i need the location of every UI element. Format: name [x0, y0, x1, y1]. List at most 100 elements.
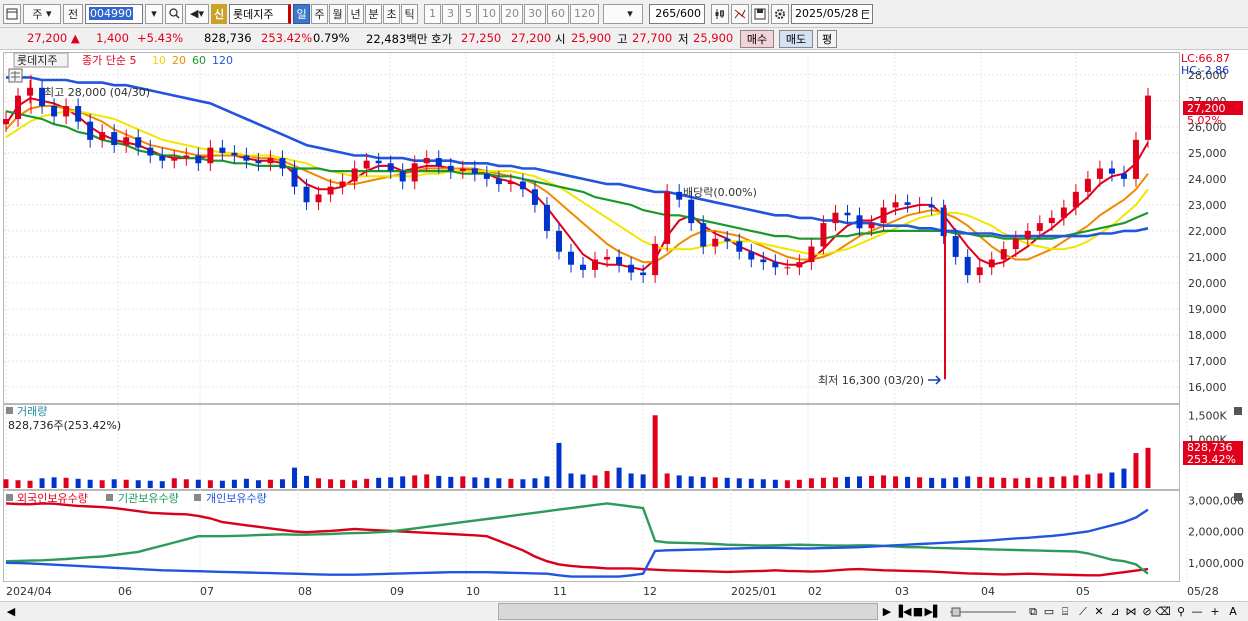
minus-icon[interactable]: —	[1190, 603, 1204, 620]
candle-body	[1120, 173, 1127, 179]
volume-bar	[183, 479, 189, 488]
volume-bar	[243, 478, 249, 488]
last-page-icon[interactable]: ▶▌	[925, 603, 942, 620]
candle-body	[255, 160, 262, 164]
last-pct-label: 5.02%	[1187, 114, 1222, 127]
candle-body	[267, 158, 274, 164]
volume-bar	[917, 477, 923, 488]
volume-bar	[965, 476, 971, 488]
current-price: 27,200 ▲	[27, 31, 80, 45]
code-dropdown-icon[interactable]: ▾	[145, 3, 163, 24]
zoom-slider[interactable]	[948, 603, 1018, 620]
period-tab[interactable]: 년	[347, 3, 364, 24]
scroll-left-button[interactable]: ◀	[4, 603, 18, 620]
interval-tab[interactable]: 10	[478, 3, 500, 24]
stock-code-input[interactable]: 004990	[85, 3, 143, 24]
fibonacci-icon[interactable]: ⋈	[1124, 603, 1138, 620]
candle-body	[1096, 168, 1103, 179]
interval-tab[interactable]: 5	[460, 3, 477, 24]
interval-tab[interactable]: 20	[501, 3, 523, 24]
price-tick-label: 23,000	[1188, 199, 1227, 212]
volume-bar	[436, 475, 442, 488]
candle-body	[27, 87, 34, 96]
speaker-icon[interactable]: ◀▾	[185, 3, 209, 24]
chart-window-icon[interactable]: ▭	[1042, 603, 1056, 620]
indicator-icon[interactable]: ⌸	[1058, 603, 1072, 620]
candle-body	[988, 259, 995, 268]
calendar-icon[interactable]	[861, 9, 869, 19]
candle-body	[459, 168, 466, 172]
interval-tab[interactable]: 60	[547, 3, 569, 24]
volume-last-pct: 253.42%	[1187, 453, 1236, 466]
volume-bar	[231, 479, 237, 488]
interval-dropdown[interactable]: ▾	[603, 3, 643, 24]
volume-bar	[340, 479, 346, 488]
volume-bar	[1097, 473, 1103, 488]
price-tick-label: 21,000	[1188, 251, 1227, 264]
interval-tab[interactable]: 120	[570, 3, 599, 24]
candle-body	[916, 204, 923, 206]
volume-close-icon[interactable]	[1234, 407, 1242, 415]
candle-body	[1012, 238, 1019, 250]
search-icon[interactable]	[165, 3, 183, 24]
first-page-icon[interactable]: ▐◀	[895, 603, 912, 620]
eraser-icon[interactable]: ⌫	[1155, 603, 1171, 620]
period-tab[interactable]: 월	[329, 3, 346, 24]
gear-icon[interactable]	[771, 3, 789, 24]
measure-icon[interactable]: ⊘	[1140, 603, 1154, 620]
count-input[interactable]: 265/600	[649, 3, 705, 24]
price-tick-label: 25,000	[1188, 147, 1227, 160]
zoom-icon[interactable]: ⚲	[1174, 603, 1188, 620]
plus-icon[interactable]: +	[1208, 603, 1222, 620]
window-icon[interactable]	[3, 3, 21, 24]
compare-icon[interactable]	[731, 3, 749, 24]
high-annotation: 최고 28,000 (04/30)	[44, 86, 150, 99]
candle-body	[952, 236, 959, 257]
stock-chart[interactable]: 28,00027,00026,00025,00024,00023,00022,0…	[0, 50, 1248, 601]
candle-body	[531, 189, 538, 205]
date-tick-label: 05/28	[1187, 585, 1219, 598]
stop-icon[interactable]: ■	[912, 603, 924, 620]
volume-bar	[195, 479, 201, 488]
evaluation-button[interactable]: 평	[817, 30, 837, 48]
buy-button[interactable]: 매수	[740, 30, 774, 48]
period-tab[interactable]: 틱	[401, 3, 418, 24]
volume-bar	[929, 477, 935, 488]
date-tick-label: 12	[643, 585, 657, 598]
volume-bar	[820, 477, 826, 488]
scroll-right-button[interactable]: ▶	[880, 603, 894, 620]
scroll-thumb[interactable]	[498, 603, 878, 620]
save-icon[interactable]	[751, 3, 769, 24]
candle-body	[856, 215, 863, 229]
toolbar-primary: 주 ▾ 전 004990 ▾ ◀▾ 신 롯데지주 일주월년분초틱 1 3 5 10 20…	[0, 0, 1248, 28]
candle-body	[519, 181, 526, 190]
volume-bar	[796, 479, 802, 488]
holdings-panel-icon[interactable]	[6, 494, 13, 501]
volume-bar	[544, 476, 550, 488]
period-tab[interactable]: 일	[293, 3, 310, 24]
copy-icon[interactable]: ⧉	[1026, 603, 1040, 620]
volume-bar	[123, 479, 129, 488]
period-tab[interactable]: 주	[311, 3, 328, 24]
volume-bar	[400, 476, 406, 488]
stock-name-field[interactable]: 롯데지주	[229, 3, 291, 24]
legend-ma20: 20	[172, 54, 186, 67]
market-select[interactable]: 주 ▾	[23, 3, 61, 24]
font-size-icon[interactable]: A	[1226, 603, 1240, 620]
draw-line-icon[interactable]: ⟋	[1076, 603, 1090, 620]
cross-line-icon[interactable]: ✕	[1092, 603, 1106, 620]
holdings-tick-label: 2,000,000	[1188, 526, 1244, 539]
volume-panel-icon[interactable]	[6, 407, 13, 414]
period-tab[interactable]: 분	[365, 3, 382, 24]
interval-tab[interactable]: 3	[442, 3, 459, 24]
holdings-close-icon[interactable]	[1234, 493, 1242, 501]
individual-legend-icon	[194, 494, 201, 501]
sell-button[interactable]: 매도	[779, 30, 813, 48]
period-tab[interactable]: 초	[383, 3, 400, 24]
prev-button[interactable]: 전	[63, 3, 83, 24]
ruler-icon[interactable]: ⊿	[1108, 603, 1122, 620]
date-input[interactable]: 2025/05/28	[791, 3, 873, 24]
interval-tab[interactable]: 30	[524, 3, 546, 24]
chart-type-icon[interactable]	[711, 3, 729, 24]
interval-tab[interactable]: 1	[424, 3, 441, 24]
